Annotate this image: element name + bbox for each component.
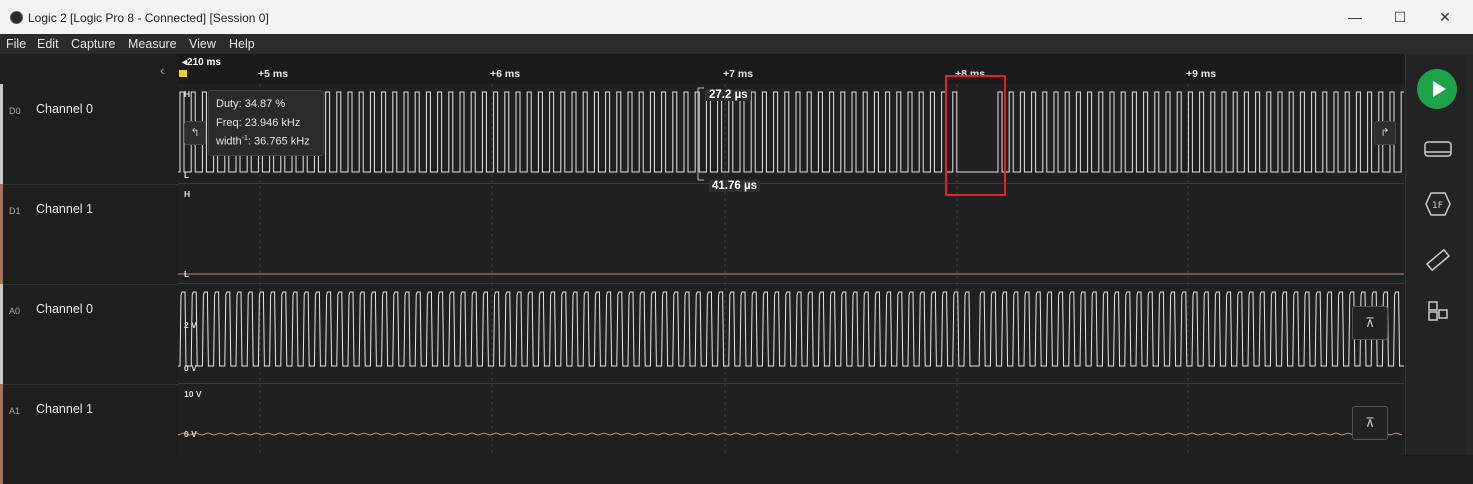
menu-help[interactable]: Help [229,37,255,51]
app-logo-icon [10,11,23,24]
channel-row-a1[interactable]: A1 Channel 1 [0,384,178,484]
duty-text: Duty: 34.87 % [216,98,286,110]
channel-list: ‹ D0 Channel 0 D1 Channel 1 A0 Channel 0… [0,54,178,484]
pulse-width-measurement: 27.2 µs [706,89,751,101]
maximize-button[interactable]: ☐ [1390,8,1410,26]
channel-row-d1[interactable]: D1 Channel 1 [0,184,178,285]
menu-capture[interactable]: Capture [71,37,115,51]
analyzers-icon[interactable] [1421,136,1455,164]
channel-chip: D1 [9,206,21,216]
freq-text: Freq: 23.946 kHz [216,117,301,129]
lane-separator [178,383,1404,384]
d0-high-label: H [184,89,191,99]
glitch-highlight-box [945,75,1006,196]
a0-high-label: 2 V [184,320,197,330]
timing-markers-icon[interactable] [1421,246,1455,274]
channel-color-bar [0,184,3,284]
pulse-stats-tooltip: Duty: 34.87 % Freq: 23.946 kHz width-1: … [208,90,324,156]
a0-waveform [178,291,1404,367]
time-tick: +7 ms [723,68,754,80]
time-tick: +9 ms [1186,68,1217,80]
width-text: width-1: 36.765 kHz [216,135,310,148]
prev-edge-icon[interactable]: ↰ [184,121,206,145]
channel-name[interactable]: Channel 0 [36,302,93,316]
menu-file[interactable]: File [6,37,26,51]
lane-separator [178,283,1404,284]
capture-view: ‹ D0 Channel 0 D1 Channel 1 A0 Channel 0… [0,54,1473,484]
channel-chip: D0 [9,106,21,116]
channel-color-bar [0,384,3,484]
channel-row-d0[interactable]: D0 Channel 0 [0,84,178,185]
waveform-area[interactable]: H L H L 2 V 0 V 10 V 0 V Duty: 34.87 % F… [178,75,1404,455]
channel-color-bar [0,84,3,184]
scrollbar[interactable] [1466,54,1473,455]
time-tick: +6 ms [490,68,521,80]
menu-view[interactable]: View [189,37,216,51]
a1-high-label: 10 V [184,389,202,399]
extensions-icon[interactable] [1421,298,1455,326]
close-button[interactable]: ✕ [1435,8,1455,26]
d1-high-label: H [184,189,191,199]
trigger-marker-icon[interactable] [179,70,187,77]
collapse-chevron-icon[interactable]: ‹ [160,62,165,78]
period-measurement: 41.76 µs [709,180,760,192]
channel-row-a0[interactable]: A0 Channel 0 [0,284,178,385]
a1-waveform [178,432,1403,436]
play-icon[interactable] [1417,69,1457,109]
menu-edit[interactable]: Edit [37,37,59,51]
next-edge-icon[interactable]: ↱ [1374,121,1396,145]
minimize-button[interactable]: — [1345,8,1365,26]
channel-name[interactable]: Channel 0 [36,102,93,116]
menu-measure[interactable]: Measure [128,37,177,51]
time-tick: +5 ms [258,68,289,80]
lane-separator [178,183,1404,184]
a1-low-label: 0 V [184,429,197,439]
time-offset-label: ◂210 ms [182,57,221,68]
d0-waveform [178,91,1404,173]
d0-low-label: L [184,170,190,180]
window-title: Logic 2 [Logic Pro 8 - Connected] [Sessi… [28,11,269,25]
channel-chip: A1 [9,406,21,416]
svg-text:1F: 1F [1432,201,1443,211]
channel-color-bar [0,284,3,384]
channel-name[interactable]: Channel 1 [36,202,93,216]
channel-chip: A0 [9,306,21,316]
d1-low-label: L [184,269,190,279]
right-sidebar: 1F [1405,54,1473,455]
autoscale-a1-icon[interactable]: ⊼ [1352,406,1388,440]
autoscale-a0-icon[interactable]: ⊼ [1352,306,1388,340]
a0-low-label: 0 V [184,363,197,373]
menu-bar: File Edit Capture Measure View Help [0,34,1473,54]
measurements-icon[interactable]: 1F [1421,190,1455,218]
waveform-canvas [178,84,1404,455]
time-ruler[interactable]: ◂210 ms +5 ms +6 ms +7 ms +8 ms +9 ms [178,54,1404,85]
title-bar: Logic 2 [Logic Pro 8 - Connected] [Sessi… [0,0,1473,34]
channel-name[interactable]: Channel 1 [36,402,93,416]
